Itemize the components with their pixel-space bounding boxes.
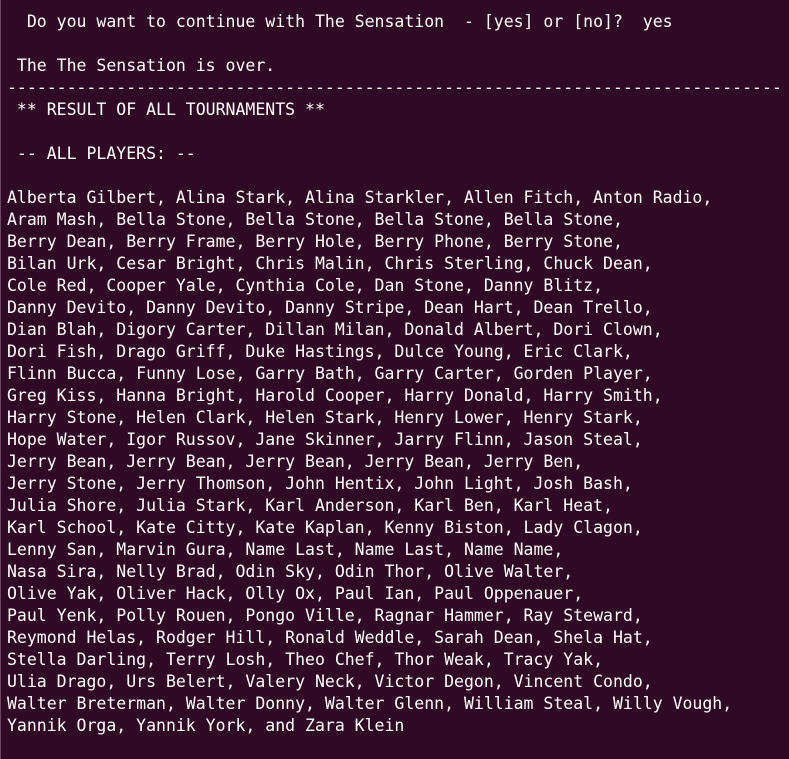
player-list-line: Karl School, Kate Citty, Kate Kaplan, Ke… — [7, 518, 643, 537]
player-list-line: Lenny San, Marvin Gura, Name Last, Name … — [7, 540, 564, 559]
player-list-line: Walter Breterman, Walter Donny, Walter G… — [7, 694, 733, 713]
all-players-heading: -- ALL PLAYERS: -- — [7, 144, 196, 163]
player-list-line: Greg Kiss, Hanna Bright, Harold Cooper, … — [7, 386, 663, 405]
player-list-line: Stella Darling, Terry Losh, Theo Chef, T… — [7, 650, 604, 669]
player-list-line: Harry Stone, Helen Clark, Helen Stark, H… — [7, 408, 643, 427]
player-list-line: Aram Mash, Bella Stone, Bella Stone, Bel… — [7, 210, 623, 229]
player-list-line: Yannik Orga, Yannik York, and Zara Klein — [7, 716, 405, 735]
player-list-line: Nasa Sira, Nelly Brad, Odin Sky, Odin Th… — [7, 562, 574, 581]
tournaments-result-heading: ** RESULT OF ALL TOURNAMENTS ** — [7, 100, 325, 119]
window-left-border — [0, 0, 1, 759]
player-list-line: Berry Dean, Berry Frame, Berry Hole, Ber… — [7, 232, 623, 251]
player-list-line: Cole Red, Cooper Yale, Cynthia Cole, Dan… — [7, 276, 604, 295]
player-list-line: Olive Yak, Oliver Hack, Olly Ox, Paul Ia… — [7, 584, 584, 603]
player-list-line: Alberta Gilbert, Alina Stark, Alina Star… — [7, 188, 713, 207]
player-list-line: Ulia Drago, Urs Belert, Valery Neck, Vic… — [7, 672, 653, 691]
player-list-line: Dian Blah, Digory Carter, Dillan Milan, … — [7, 320, 663, 339]
player-list-line: Danny Devito, Danny Devito, Danny Stripe… — [7, 298, 653, 317]
separator-line: ----------------------------------------… — [7, 78, 782, 97]
player-list-line: Bilan Urk, Cesar Bright, Chris Malin, Ch… — [7, 254, 653, 273]
player-list-line: Hope Water, Igor Russov, Jane Skinner, J… — [7, 430, 643, 449]
sensation-over-line: The The Sensation is over. — [7, 56, 276, 75]
player-list-line: Julia Shore, Julia Stark, Karl Anderson,… — [7, 496, 613, 515]
player-list-line: Paul Yenk, Polly Rouen, Pongo Ville, Rag… — [7, 606, 643, 625]
player-list-line: Jerry Bean, Jerry Bean, Jerry Bean, Jerr… — [7, 452, 584, 471]
player-list-line: Reymond Helas, Rodger Hill, Ronald Weddl… — [7, 628, 653, 647]
player-list-line: Dori Fish, Drago Griff, Duke Hastings, D… — [7, 342, 633, 361]
player-list-line: Flinn Bucca, Funny Lose, Garry Bath, Gar… — [7, 364, 653, 383]
player-list-line: Jerry Stone, Jerry Thomson, John Hentix,… — [7, 474, 633, 493]
terminal-window[interactable]: Do you want to continue with The Sensati… — [0, 0, 789, 759]
continue-prompt-line: Do you want to continue with The Sensati… — [7, 12, 673, 31]
